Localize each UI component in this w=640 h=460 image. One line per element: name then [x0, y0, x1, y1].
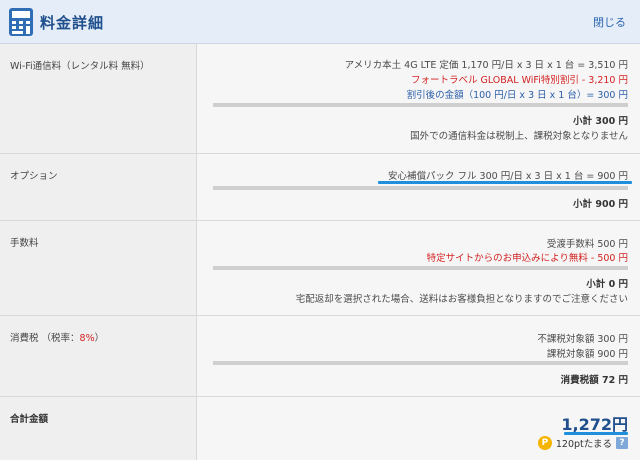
wifi-subtotal: 小計 300 円	[573, 116, 628, 127]
close-button[interactable]: 閉じる	[593, 14, 626, 30]
wifi-discounted-price: 割引後の金額（100 円/日 x 3 日 x 1 台）= 300 円	[406, 90, 628, 101]
handling-fee-subtotal: 小計 0 円	[586, 279, 628, 290]
option-subtotal: 小計 900 円	[573, 199, 628, 210]
wifi-fee-label: Wi-Fi通信料（レンタル料 無料）	[0, 44, 196, 153]
handling-fee-label: 手数料	[0, 221, 196, 315]
consumption-tax-row: 消費税 （税率：8%）	[0, 316, 640, 397]
handling-fee-line: 受渡手数料 500 円	[546, 239, 628, 250]
tax-rate: 8%	[79, 333, 95, 344]
tax-amount: 消費税額 72 円	[560, 375, 628, 386]
wifi-tax-note: 国外での通信料金は税制上、課税対象となりません	[410, 131, 628, 142]
header: 料金詳細 閉じる	[0, 0, 640, 44]
option-label: オプション	[0, 154, 196, 220]
handling-fee-waiver: 特定サイトからのお申込みにより無料 - 500 円	[426, 253, 628, 264]
total-row: 合計金額	[0, 397, 640, 460]
wifi-list-price: アメリカ本土 4G LTE 定価 1,170 円/日 x 3 日 x 1 台 =…	[344, 60, 628, 71]
points-earned: P 120ptたまる ?	[537, 436, 628, 450]
point-coin-icon: P	[537, 436, 552, 450]
total-label: 合計金額	[0, 397, 196, 460]
shipping-return-note: 宅配返却を選択された場合、送料はお客様負担となりますのでご注意ください	[295, 294, 628, 305]
wifi-discount: フォートラベル GLOBAL WiFi特別割引 - 3,210 円	[410, 75, 628, 86]
total-underline	[564, 432, 628, 435]
option-highlight-underline	[378, 181, 632, 184]
wifi-divider	[213, 103, 628, 107]
non-taxable-amount: 不課税対象額 300 円	[537, 334, 628, 345]
option-insurance-line: 安心補償パック フル 300 円/日 x 3 日 x 1 台 = 900 円	[388, 171, 628, 182]
page-title: 料金詳細	[40, 14, 105, 32]
consumption-tax-label: 消費税 （税率：8%）	[0, 316, 196, 396]
help-icon[interactable]: ?	[616, 437, 628, 449]
taxable-amount: 課税対象額 900 円	[546, 349, 628, 360]
tax-divider	[213, 361, 628, 365]
option-divider	[213, 186, 628, 190]
calculator-icon	[9, 8, 33, 36]
points-text: 120ptたまる	[555, 439, 612, 450]
handling-fee-divider	[213, 266, 628, 270]
